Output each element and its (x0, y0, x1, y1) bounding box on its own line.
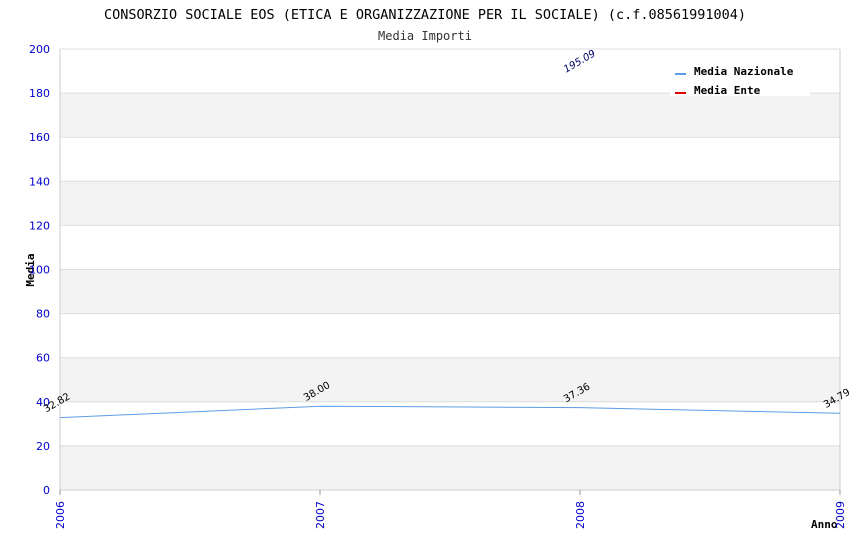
x-tick-label: 2006 (54, 501, 67, 529)
y-tick-label: 20 (36, 440, 50, 453)
x-tick-label: 2008 (574, 501, 587, 529)
plot-band (60, 225, 840, 270)
chart: CONSORZIO SOCIALE EOS (ETICA E ORGANIZZA… (0, 0, 850, 550)
y-tick-label: 160 (29, 131, 50, 144)
y-tick-label: 200 (29, 43, 50, 56)
plot-band (60, 313, 840, 358)
y-tick-label: 0 (43, 484, 50, 497)
y-tick-labels: 020406080100120140160180200 (29, 43, 50, 497)
x-tick-labels: 2006 2007 2008 2009 (54, 501, 847, 529)
legend-label-media-nazionale: Media Nazionale (694, 65, 794, 78)
chart-title: CONSORZIO SOCIALE EOS (ETICA E ORGANIZZA… (104, 7, 746, 23)
x-tick-label: 2007 (314, 501, 327, 529)
plot-band (60, 93, 840, 138)
plot-band (60, 357, 840, 402)
chart-canvas: CONSORZIO SOCIALE EOS (ETICA E ORGANIZZA… (24, 7, 850, 531)
plot-band (60, 137, 840, 182)
y-tick-label: 180 (29, 87, 50, 100)
x-tick-label: 2009 (834, 501, 847, 529)
legend: Media Nazionale Media Ente (670, 60, 810, 97)
y-tick-label: 80 (36, 308, 50, 321)
chart-subtitle: Media Importi (378, 29, 472, 43)
plot-band (60, 445, 840, 490)
y-tick-label: 120 (29, 219, 50, 232)
y-tick-label: 100 (29, 264, 50, 277)
y-tick-label: 140 (29, 175, 50, 188)
plot-band (60, 181, 840, 226)
y-tick-label: 60 (36, 352, 50, 365)
legend-label-media-ente: Media Ente (694, 84, 761, 97)
plot-band (60, 401, 840, 446)
plot-band (60, 269, 840, 314)
